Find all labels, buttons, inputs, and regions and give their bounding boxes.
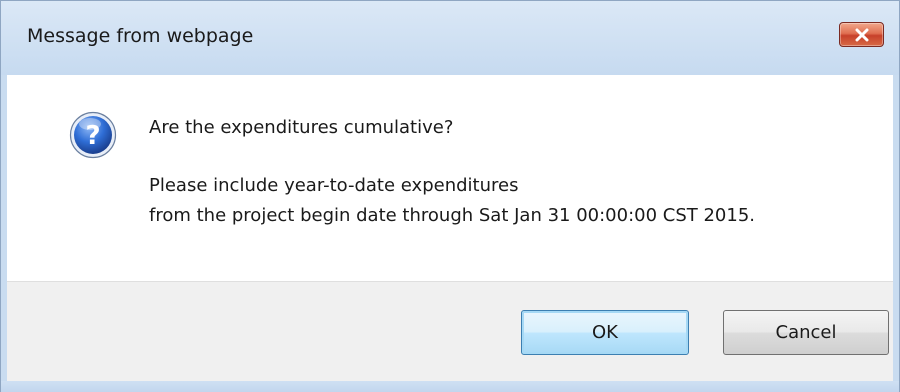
detail-text: Please include year-to-date expenditures… (149, 171, 755, 231)
detail-line-1: Please include year-to-date expenditures (149, 175, 519, 196)
title-bar[interactable]: Message from webpage (1, 1, 899, 75)
question-text: Are the expenditures cumulative? (149, 117, 454, 138)
detail-line-2: from the project begin date through Sat … (149, 205, 756, 226)
svg-text:?: ? (85, 121, 100, 151)
ok-button[interactable]: OK (521, 310, 689, 355)
message-dialog: Message from webpage ? Are the expenditu… (0, 0, 900, 392)
close-button[interactable] (839, 22, 884, 47)
window-bottom-border (1, 381, 899, 392)
cancel-button[interactable]: Cancel (723, 310, 889, 355)
button-bar: OK Cancel (7, 281, 893, 382)
close-icon (855, 28, 868, 41)
dialog-title: Message from webpage (27, 25, 254, 47)
question-icon: ? (69, 111, 117, 159)
message-area: ? Are the expenditures cumulative? Pleas… (7, 75, 893, 281)
